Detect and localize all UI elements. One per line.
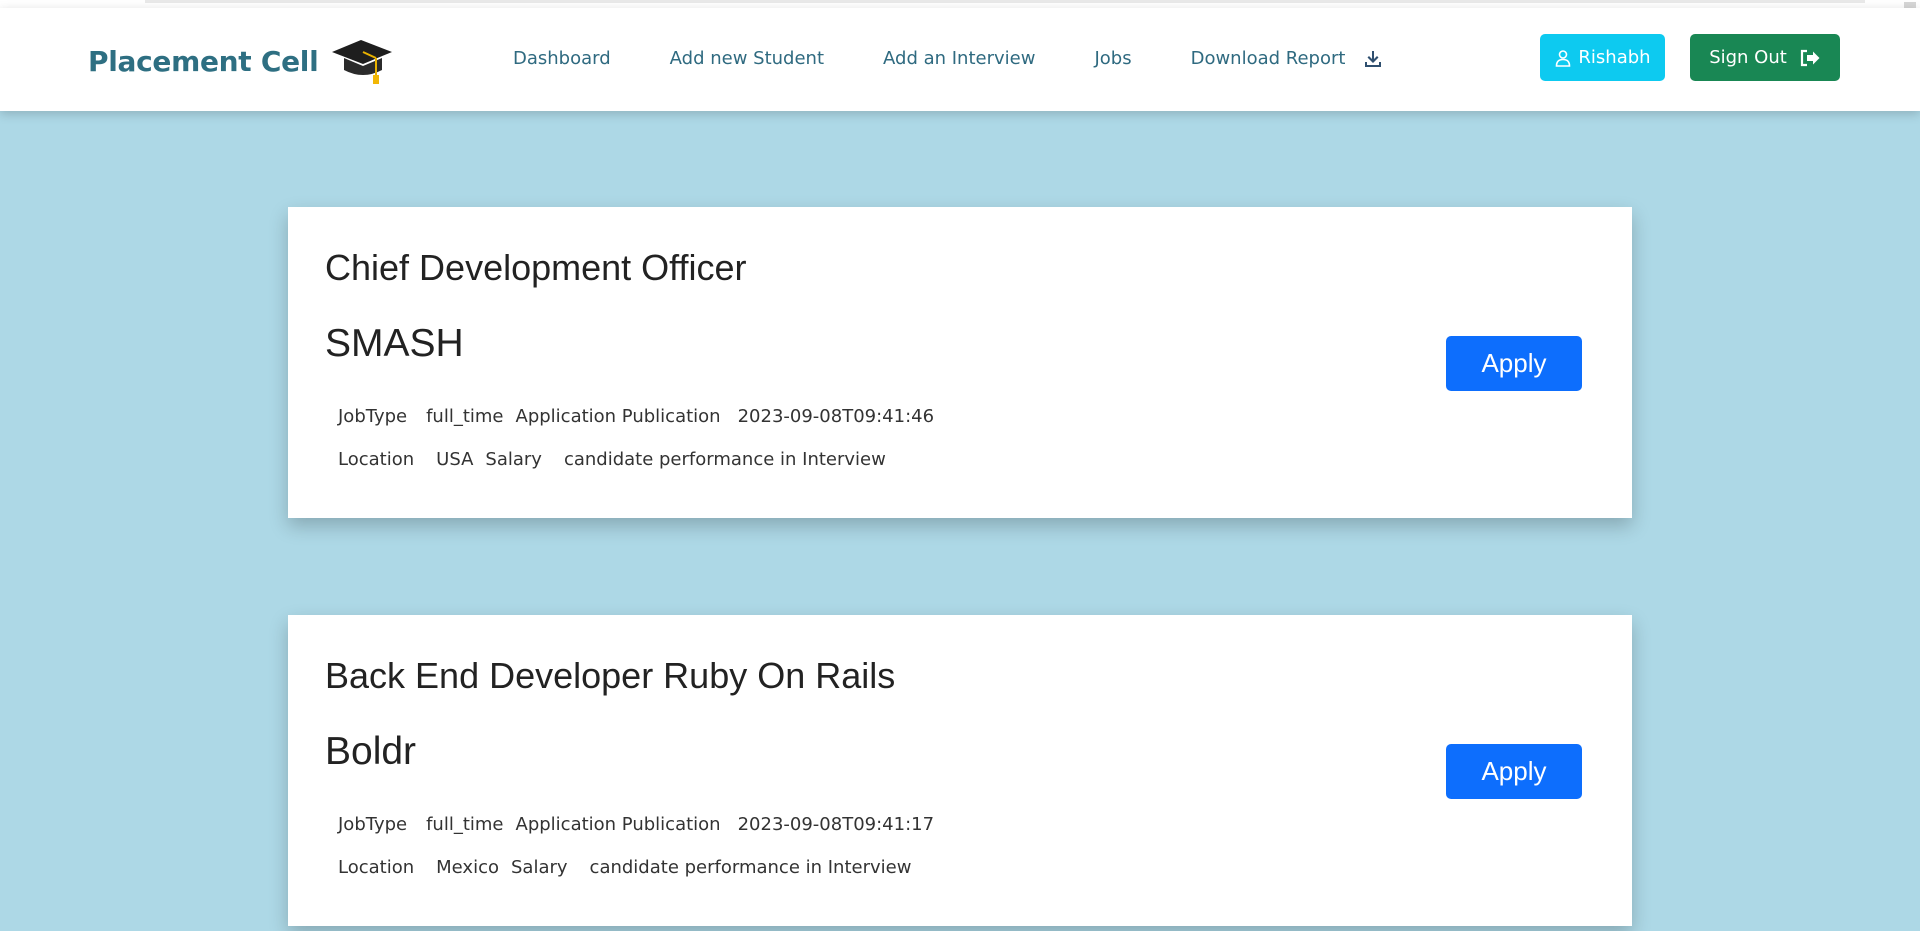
location-value: USA <box>436 449 474 470</box>
brand-title: Placement Cell <box>88 44 319 78</box>
jobtype-label: JobType <box>338 406 408 427</box>
publication-label: Application Publication <box>515 814 721 835</box>
top-navbar: Placement Cell Dashboard Add new Student… <box>0 8 1920 111</box>
location-label: Location <box>338 449 415 470</box>
job-meta-row: JobType full_time Application Publicatio… <box>338 814 934 835</box>
salary-label: Salary <box>511 857 568 878</box>
job-card: Back End Developer Ruby On Rails Boldr J… <box>288 615 1632 926</box>
company-name: Boldr <box>325 730 417 773</box>
nav-dashboard[interactable]: Dashboard <box>513 48 611 69</box>
location-value: Mexico <box>436 857 499 878</box>
user-icon <box>1556 49 1571 67</box>
job-meta-row: JobType full_time Application Publicatio… <box>338 406 934 427</box>
location-label: Location <box>338 857 415 878</box>
location-salary-row: Location USA Salary candidate performanc… <box>338 449 886 470</box>
salary-value: candidate performance in Interview <box>563 449 886 470</box>
browser-tab-line <box>145 0 1865 3</box>
sign-out-icon <box>1800 49 1820 66</box>
nav-download-report[interactable]: Download Report <box>1191 48 1384 69</box>
nav-jobs[interactable]: Jobs <box>1094 48 1131 69</box>
graduation-cap-icon <box>332 40 393 84</box>
brand[interactable]: Placement Cell <box>88 36 394 86</box>
publication-label: Application Publication <box>515 406 721 427</box>
user-profile-button[interactable]: Rishabh <box>1540 34 1665 81</box>
job-title: Back End Developer Ruby On Rails <box>325 655 896 696</box>
jobtype-value: full_time <box>426 814 504 835</box>
download-icon <box>1365 50 1382 67</box>
nav-add-student[interactable]: Add new Student <box>670 48 824 69</box>
publication-value: 2023-09-08T09:41:46 <box>737 406 935 427</box>
sign-out-button[interactable]: Sign Out <box>1690 34 1840 81</box>
job-title: Chief Development Officer <box>325 247 747 288</box>
apply-button[interactable]: Apply <box>1446 336 1582 391</box>
nav-download-report-label: Download Report <box>1190 48 1346 69</box>
publication-value: 2023-09-08T09:41:17 <box>737 814 935 835</box>
company-name: SMASH <box>325 322 464 365</box>
nav-add-interview[interactable]: Add an Interview <box>883 48 1035 69</box>
salary-label: Salary <box>485 449 542 470</box>
location-salary-row: Location Mexico Salary candidate perform… <box>338 857 911 878</box>
user-name: Rishabh <box>1578 47 1651 68</box>
browser-top-strip <box>0 0 1920 14</box>
nav-links: Dashboard Add new Student Add an Intervi… <box>513 48 1383 69</box>
jobtype-label: JobType <box>338 814 408 835</box>
apply-button[interactable]: Apply <box>1446 744 1582 799</box>
job-card: Chief Development Officer SMASH JobType … <box>288 207 1632 518</box>
sign-out-label: Sign Out <box>1709 47 1787 68</box>
jobtype-value: full_time <box>426 406 504 427</box>
salary-value: candidate performance in Interview <box>589 857 912 878</box>
